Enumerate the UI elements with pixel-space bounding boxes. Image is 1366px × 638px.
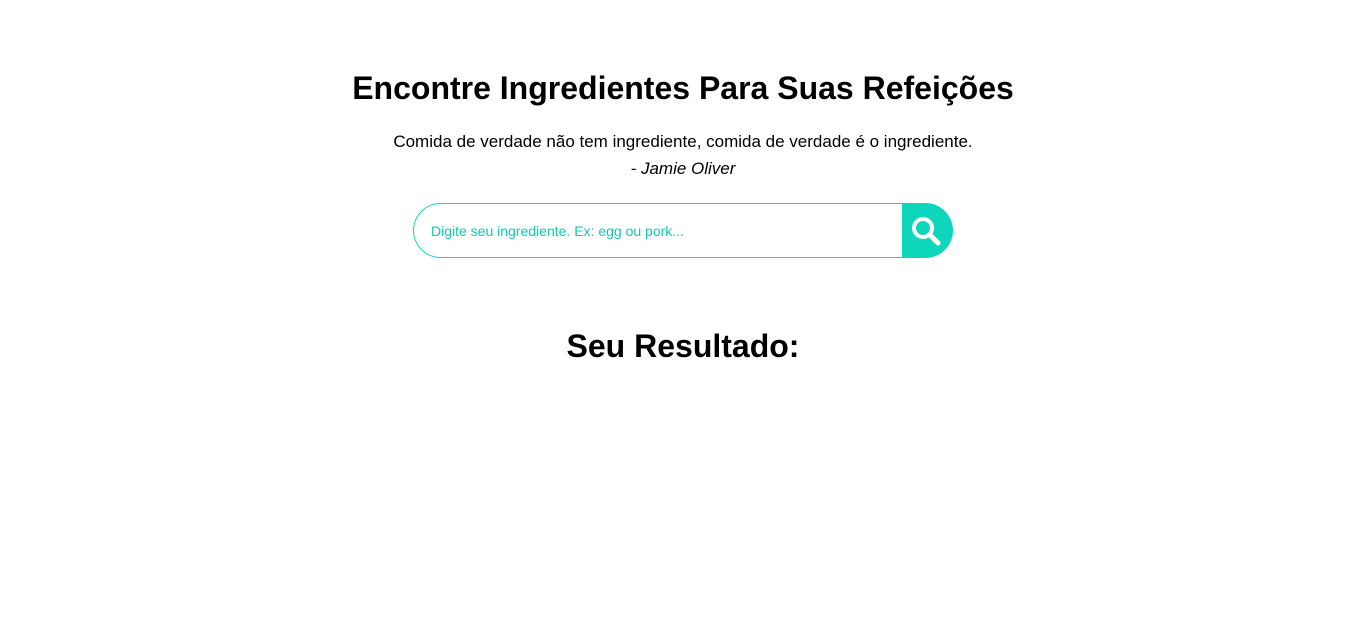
- search-icon: [911, 216, 941, 245]
- search-form: [413, 203, 953, 258]
- search-input[interactable]: [413, 203, 903, 258]
- quote-author-name: - Jamie Oliver: [630, 159, 736, 178]
- quote-author: - Jamie Oliver: [0, 159, 1366, 179]
- quote-text: Comida de verdade não tem ingrediente, c…: [393, 132, 973, 151]
- page: Encontre Ingredientes Para Suas Refeiçõe…: [0, 0, 1366, 638]
- search-button[interactable]: [902, 203, 953, 258]
- results-title: Seu Resultado:: [566, 328, 800, 364]
- page-title: Encontre Ingredientes Para Suas Refeiçõe…: [352, 70, 1014, 106]
